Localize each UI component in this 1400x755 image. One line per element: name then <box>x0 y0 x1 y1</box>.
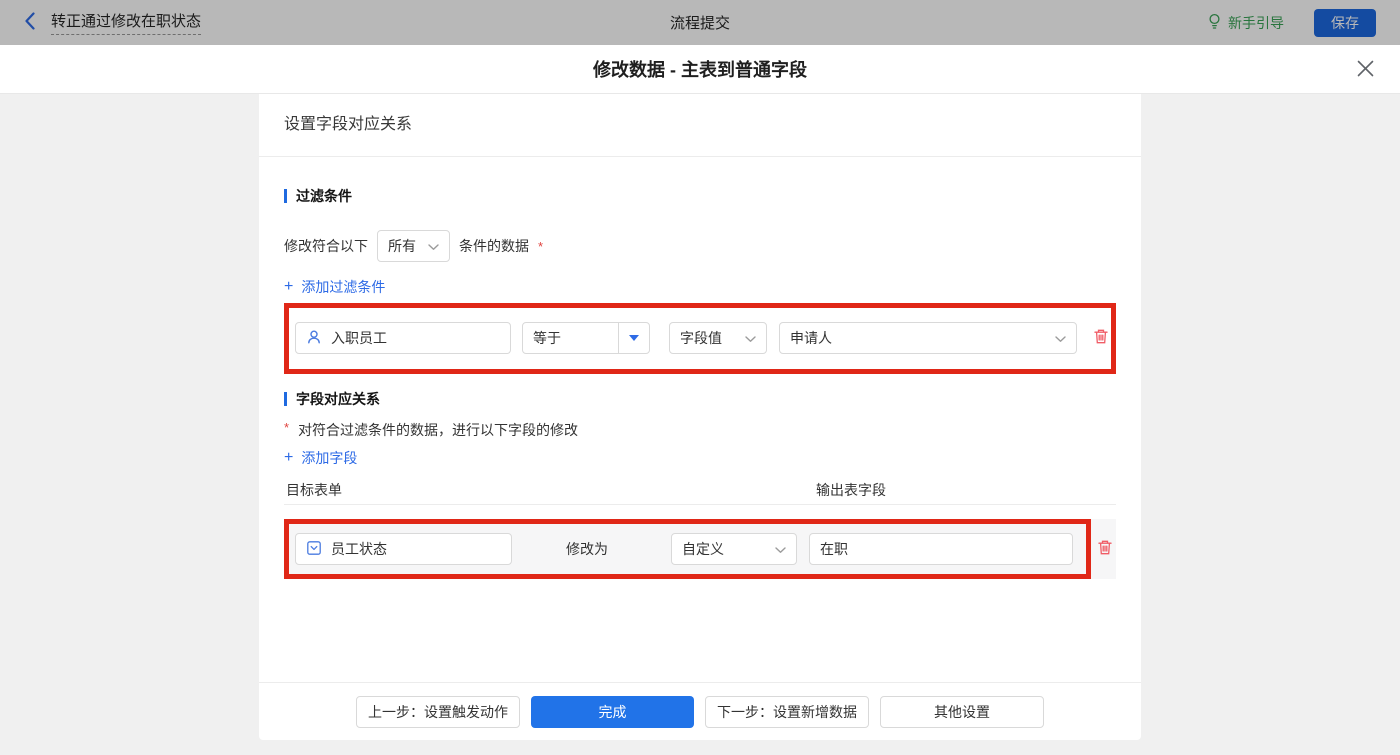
back-button[interactable] <box>24 12 36 33</box>
operator-caret-button[interactable] <box>618 323 649 353</box>
mapping-section-title: 字段对应关系 <box>284 391 1116 407</box>
column-target-form: 目标表单 <box>286 482 342 498</box>
done-button[interactable]: 完成 <box>531 695 694 728</box>
next-step-button[interactable]: 下一步：设置新增数据 <box>705 695 869 728</box>
panel-content: 过滤条件 修改符合以下 所有 条件的数据 * + 添加过滤条件 入职员工 等于 … <box>259 157 1141 682</box>
chevron-down-icon <box>745 330 756 346</box>
close-button[interactable] <box>1357 60 1374 80</box>
mapping-description: * 对符合过滤条件的数据，进行以下字段的修改 <box>284 419 579 438</box>
value-mode-select[interactable]: 自定义 <box>671 533 797 565</box>
plus-icon: + <box>284 277 294 295</box>
other-settings-button[interactable]: 其他设置 <box>880 695 1044 728</box>
panel-footer: 上一步：设置触发动作 完成 下一步：设置新增数据 其他设置 <box>259 682 1141 740</box>
chevron-left-icon <box>24 12 36 33</box>
modal-mask-overlay <box>0 0 1400 45</box>
triangle-down-icon <box>629 335 639 341</box>
modal-body: 设置字段对应关系 过滤条件 修改符合以下 所有 条件的数据 * + 添加过滤条件… <box>0 94 1400 755</box>
topbar: 转正通过修改在职状态 流程提交 新手引导 保存 <box>0 0 1400 45</box>
modal-title: 修改数据 - 主表到普通字段 <box>593 60 807 80</box>
chevron-down-icon <box>1055 330 1066 346</box>
page-title: 流程提交 <box>669 15 730 32</box>
column-output-field: 输出表字段 <box>816 482 886 498</box>
lightbulb-icon <box>1207 13 1222 33</box>
topbar-left: 转正通过修改在职状态 <box>24 10 202 35</box>
value-type-select[interactable]: 字段值 <box>669 322 767 354</box>
topbar-right: 新手引导 保存 <box>1207 8 1376 37</box>
filter-section-title: 过滤条件 <box>284 188 1116 204</box>
section-bar <box>284 391 287 406</box>
required-mark: * <box>284 419 290 435</box>
close-icon <box>1357 60 1374 80</box>
mapping-table-header: 目标表单 输出表字段 <box>284 479 1116 505</box>
modify-to-label: 修改为 <box>566 541 608 557</box>
flow-name[interactable]: 转正通过修改在职状态 <box>51 10 202 35</box>
mapping-row: 员工状态 修改为 自定义 在职 <box>284 519 1116 579</box>
beginner-guide-link[interactable]: 新手引导 <box>1207 13 1284 33</box>
target-field-input[interactable]: 员工状态 <box>295 533 512 565</box>
delete-condition-button[interactable] <box>1093 328 1109 348</box>
panel-title: 设置字段对应关系 <box>259 94 1141 157</box>
add-field-link[interactable]: + 添加字段 <box>284 450 357 467</box>
match-mode-select[interactable]: 所有 <box>377 230 450 262</box>
custom-value-input[interactable]: 在职 <box>809 533 1073 565</box>
save-button[interactable]: 保存 <box>1314 8 1376 37</box>
operator-select[interactable]: 等于 <box>522 322 650 354</box>
compare-value-select[interactable]: 申请人 <box>779 322 1077 354</box>
user-icon <box>306 329 322 348</box>
condition-suffix: 条件的数据 <box>459 238 529 254</box>
beginner-guide-label: 新手引导 <box>1228 14 1284 31</box>
filter-field-input[interactable]: 入职员工 <box>295 322 511 354</box>
chevron-down-icon <box>775 541 786 557</box>
prev-step-button[interactable]: 上一步：设置触发动作 <box>356 695 520 728</box>
add-filter-condition-link[interactable]: + 添加过滤条件 <box>284 278 385 295</box>
chevron-down-icon <box>428 238 439 254</box>
modal-change-data: 修改数据 - 主表到普通字段 设置字段对应关系 过滤条件 修改符合以下 所有 条… <box>0 45 1400 755</box>
plus-icon: + <box>284 449 294 466</box>
filter-condition-line: 修改符合以下 所有 条件的数据 * <box>284 230 1116 262</box>
modal-titlebar: 修改数据 - 主表到普通字段 <box>0 45 1400 94</box>
trash-icon <box>1093 328 1109 348</box>
select-field-icon <box>306 540 322 559</box>
settings-panel: 设置字段对应关系 过滤条件 修改符合以下 所有 条件的数据 * + 添加过滤条件… <box>259 94 1141 740</box>
required-mark: * <box>538 238 544 254</box>
trash-icon <box>1097 539 1113 559</box>
delete-field-button[interactable] <box>1097 539 1113 559</box>
filter-row-annotation: 入职员工 等于 字段值 申请人 <box>284 302 1116 374</box>
condition-prefix: 修改符合以下 <box>284 238 368 254</box>
section-bar <box>284 189 287 203</box>
